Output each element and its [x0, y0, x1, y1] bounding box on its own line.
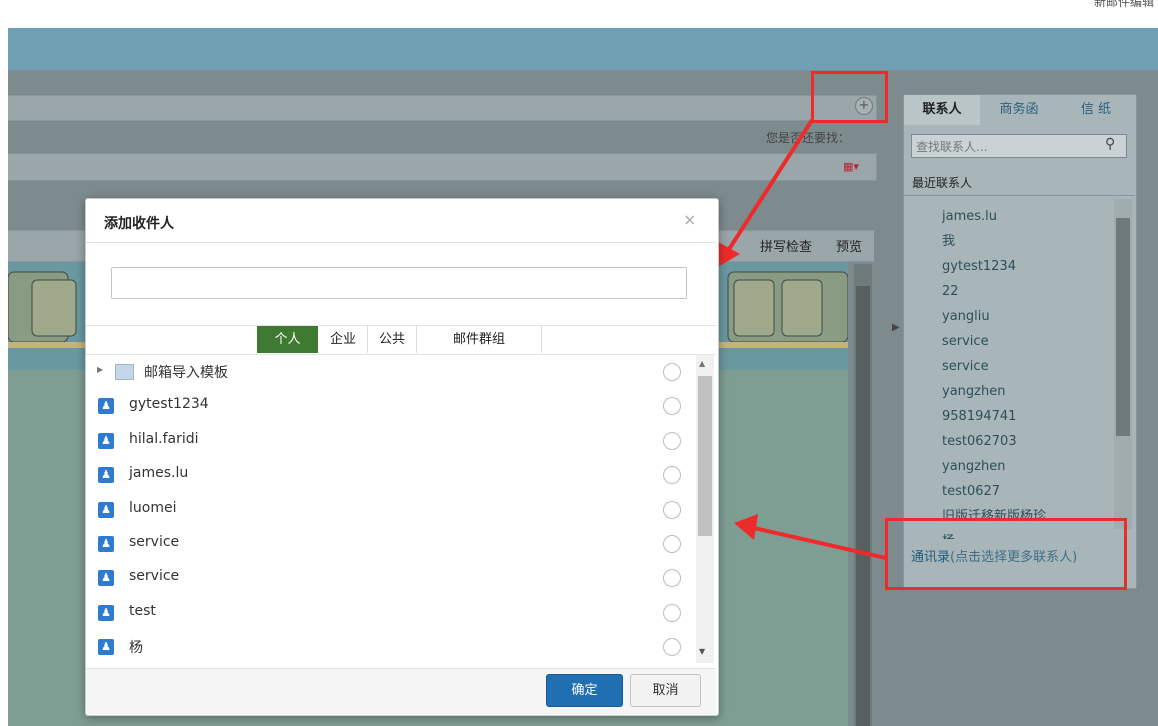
select-radio[interactable] — [663, 500, 681, 519]
select-radio[interactable] — [663, 638, 681, 657]
contact-list-scrollbar-thumb[interactable] — [698, 376, 712, 536]
user-icon: ♟ — [98, 570, 114, 587]
list-item[interactable]: ♟ hilal.faridi — [86, 424, 696, 458]
user-icon: ♟ — [98, 535, 114, 552]
scroll-down-icon[interactable]: ▼ — [699, 647, 705, 656]
expand-arrow-icon[interactable]: ▶ — [97, 365, 103, 374]
close-icon[interactable]: × — [683, 210, 696, 229]
list-item[interactable]: ♟ service — [86, 561, 696, 595]
dialog-title: 添加收件人 — [104, 216, 174, 232]
tab-public[interactable]: 公共 — [368, 326, 417, 353]
tab-enterprise[interactable]: 企业 — [319, 326, 368, 353]
contact-name: 杨 — [129, 640, 143, 657]
contact-name: service — [129, 568, 180, 585]
contact-name: james.lu — [129, 465, 189, 482]
cancel-button[interactable]: 取消 — [630, 674, 701, 707]
user-icon: ♟ — [98, 501, 114, 518]
tab-mail-groups[interactable]: 邮件群组 — [417, 326, 542, 353]
user-icon: ♟ — [98, 467, 114, 484]
contact-name: luomei — [129, 499, 177, 516]
select-radio[interactable] — [663, 466, 681, 485]
list-item[interactable]: ♟ james.lu — [86, 458, 696, 492]
folder-item[interactable]: ▶ 邮箱导入模板 — [86, 355, 696, 389]
contact-name: gytest1234 — [129, 396, 209, 413]
list-item[interactable]: ♟ 杨 — [86, 630, 696, 663]
list-item[interactable]: ♟ service — [86, 527, 696, 561]
list-item[interactable]: ♟ gytest1234 — [86, 389, 696, 423]
select-radio[interactable] — [663, 431, 681, 450]
list-item[interactable]: ♟ test — [86, 596, 696, 630]
contact-name: service — [129, 533, 180, 550]
contact-name: hilal.faridi — [129, 430, 199, 447]
select-radio[interactable] — [663, 397, 681, 416]
user-icon: ♟ — [98, 604, 114, 621]
select-radio[interactable] — [663, 569, 681, 588]
scroll-up-icon[interactable]: ▲ — [699, 359, 705, 368]
select-radio[interactable] — [663, 534, 681, 553]
contact-list: ▶ 邮箱导入模板 ♟ gytest1234 ♟ hilal.faridi ♟ j… — [86, 355, 696, 663]
confirm-button[interactable]: 确定 — [546, 674, 623, 707]
user-icon: ♟ — [98, 398, 114, 415]
select-radio[interactable] — [663, 363, 681, 381]
folder-label: 邮箱导入模板 — [144, 365, 228, 381]
tab-personal[interactable]: 个人 — [257, 326, 318, 353]
folder-icon — [115, 364, 134, 380]
user-icon: ♟ — [98, 639, 114, 656]
select-radio[interactable] — [663, 603, 681, 622]
contact-name: test — [129, 602, 156, 619]
list-item[interactable]: ♟ luomei — [86, 493, 696, 527]
user-icon: ♟ — [98, 432, 114, 449]
recipient-input[interactable] — [111, 267, 687, 299]
divider — [86, 242, 716, 243]
